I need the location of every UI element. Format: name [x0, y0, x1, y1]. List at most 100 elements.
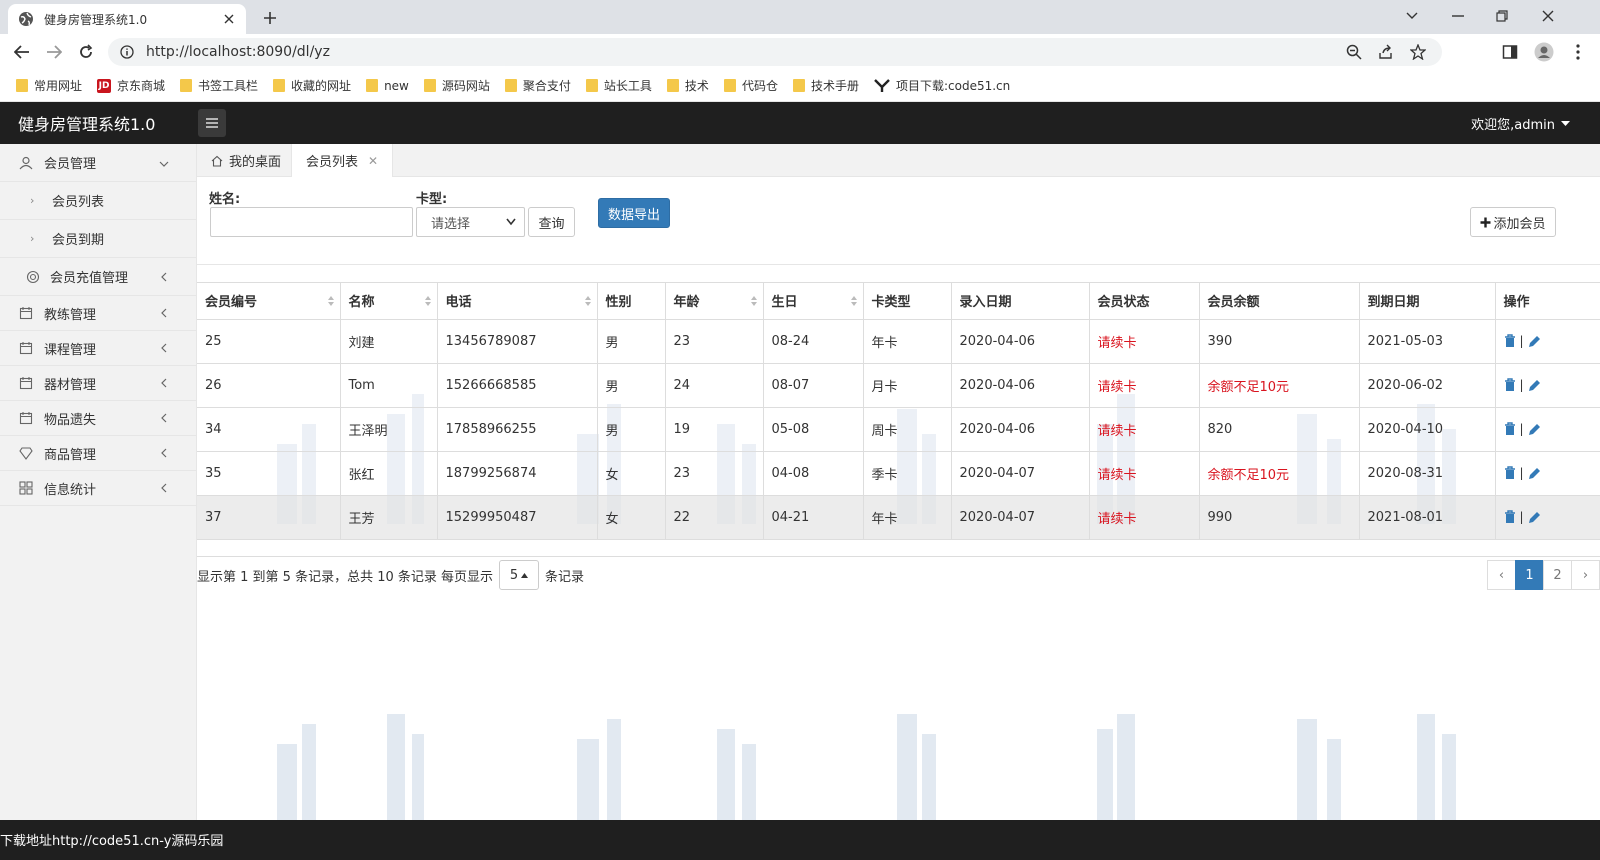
sort-icon	[850, 296, 857, 306]
bookmark-item[interactable]: 技术手册	[792, 77, 859, 94]
bookmark-item[interactable]: 代码仓	[723, 77, 778, 94]
edit-pencil-icon[interactable]	[1528, 423, 1541, 436]
sidebar-item-course[interactable]: 课程管理	[0, 331, 196, 366]
sidebar-item-member-list[interactable]: › 会员列表	[0, 182, 196, 220]
close-icon[interactable]: ✕	[368, 154, 378, 168]
edit-pencil-icon[interactable]	[1528, 511, 1541, 524]
sidebar-item-lost-items[interactable]: 物品遗失	[0, 401, 196, 436]
new-tab-button[interactable]	[258, 6, 282, 30]
edit-pencil-icon[interactable]	[1528, 379, 1541, 392]
info-icon[interactable]	[120, 45, 134, 59]
restore-icon[interactable]	[1490, 4, 1514, 28]
trash-icon[interactable]	[1504, 510, 1516, 524]
trash-icon[interactable]	[1504, 334, 1516, 348]
export-button[interactable]: 数据导出	[598, 198, 670, 228]
welcome-text: 欢迎您,admin	[1471, 118, 1555, 133]
share-icon[interactable]	[1374, 40, 1398, 64]
bookmark-item[interactable]: 收藏的网址	[273, 77, 351, 94]
main-content: 我的桌面 会员列表 ✕ 姓名: 卡型: 请选择 查询 数据导出 添加会员 会员编…	[197, 144, 1600, 820]
bookmark-item[interactable]: 源码网站	[423, 77, 490, 94]
y-logo-icon	[874, 78, 890, 92]
kebab-menu-icon[interactable]	[1566, 40, 1590, 64]
trash-icon[interactable]	[1504, 422, 1516, 436]
chevron-left-icon	[161, 308, 167, 318]
close-icon[interactable]	[222, 12, 236, 26]
name-input[interactable]	[210, 207, 413, 237]
sort-icon	[584, 296, 591, 306]
sidebar-item-coach[interactable]: 教练管理	[0, 296, 196, 331]
trash-icon[interactable]	[1504, 378, 1516, 392]
reload-icon[interactable]	[74, 40, 98, 64]
bookmark-item[interactable]: 技术	[666, 77, 709, 94]
chevron-down-icon	[506, 218, 516, 226]
trash-icon[interactable]	[1504, 466, 1516, 480]
profile-icon[interactable]	[1532, 40, 1556, 64]
browser-tab-bar: 健身房管理系统1.0	[0, 0, 1600, 34]
sidebar-item-label: 会员充值管理	[50, 271, 129, 286]
status-cell: 请续卡	[1089, 319, 1200, 364]
edit-pencil-icon[interactable]	[1528, 467, 1541, 480]
user-menu[interactable]: 欢迎您,admin	[1471, 114, 1570, 133]
sidebar-item-label: 会员到期	[52, 233, 105, 248]
sidebar-item-goods[interactable]: 商品管理	[0, 436, 196, 471]
tab-member-list[interactable]: 会员列表 ✕	[291, 144, 394, 177]
folder-icon	[723, 79, 736, 92]
sidebar-item-label: 物品遗失	[44, 412, 97, 428]
add-member-button[interactable]: 添加会员	[1470, 207, 1556, 237]
tab-home[interactable]: 我的桌面	[197, 144, 295, 177]
folder-icon	[666, 79, 679, 92]
status-bar: 下载地址http://code51.cn-y源码乐园	[0, 820, 1600, 860]
next-page-button[interactable]: ›	[1571, 560, 1600, 590]
page-button-2[interactable]: 2	[1543, 560, 1572, 590]
sidebar-item-statistics[interactable]: 信息统计	[0, 471, 196, 506]
sidebar-item-equipment[interactable]: 器材管理	[0, 366, 196, 401]
folder-icon	[16, 79, 28, 92]
column-header[interactable]: 年龄	[665, 283, 764, 320]
star-icon[interactable]	[1406, 40, 1430, 64]
chevron-down-icon	[159, 161, 169, 167]
bookmark-item[interactable]: new	[366, 79, 409, 93]
window-close-icon[interactable]	[1536, 4, 1560, 28]
bookmark-item[interactable]: JD 京东商城	[97, 77, 165, 94]
table-row: 34 王泽明 17858966255 男 19 05-08 周卡 2020-04-06 请续卡 8…	[197, 407, 1600, 452]
column-header[interactable]: 会员编号	[197, 283, 341, 320]
column-header: 卡类型	[863, 283, 952, 320]
hamburger-icon	[206, 118, 218, 128]
browser-tab[interactable]: 健身房管理系统1.0	[8, 4, 246, 34]
column-header[interactable]: 电话	[437, 283, 598, 320]
column-header[interactable]: 生日	[763, 283, 864, 320]
back-arrow-icon[interactable]	[10, 40, 34, 64]
minimize-icon[interactable]	[1446, 4, 1470, 28]
edit-pencil-icon[interactable]	[1528, 335, 1541, 348]
bookmarks-bar: 常用网址 JD 京东商城 书签工具栏 收藏的网址 new 源码网站 聚合支付 站长…	[0, 70, 1600, 102]
forward-arrow-icon[interactable]	[42, 40, 66, 64]
sidebar-item-member-mgmt[interactable]: 会员管理	[0, 144, 196, 182]
bookmark-item[interactable]: 站长工具	[585, 77, 652, 94]
chevron-down-icon[interactable]	[1400, 4, 1424, 28]
url-field[interactable]: http://localhost:8090/dl/yz	[108, 38, 1442, 66]
bookmark-item[interactable]: 项目下载:code51.cn	[874, 77, 1010, 94]
page-size-select[interactable]: 5	[499, 560, 540, 590]
prev-page-button[interactable]: ‹	[1487, 560, 1516, 590]
coin-icon	[26, 270, 40, 283]
chevron-left-icon	[161, 272, 167, 282]
menu-toggle-button[interactable]	[198, 109, 226, 137]
globe-icon	[19, 12, 33, 26]
balance-warning: 余额不足10元	[1199, 451, 1360, 496]
bookmark-item[interactable]: 书签工具栏	[180, 77, 258, 94]
folder-icon	[366, 79, 379, 92]
status-text: 下载地址http://code51.cn-y源码乐园	[0, 834, 224, 849]
bookmark-item[interactable]: 常用网址	[16, 77, 82, 94]
sidebar-item-label: 课程管理	[44, 342, 97, 358]
zoom-icon[interactable]	[1342, 40, 1366, 64]
column-header[interactable]: 名称	[340, 283, 438, 320]
folder-icon	[504, 79, 517, 92]
bookmark-item[interactable]: 聚合支付	[504, 77, 571, 94]
column-header: 会员余额	[1199, 283, 1360, 320]
page-button-1[interactable]: 1	[1515, 560, 1544, 590]
sidepanel-icon[interactable]	[1498, 40, 1522, 64]
query-button[interactable]: 查询	[528, 207, 575, 237]
sidebar-item-member-expire[interactable]: › 会员到期	[0, 220, 196, 258]
sidebar-item-recharge[interactable]: 会员充值管理	[0, 258, 196, 296]
card-type-select[interactable]: 请选择	[416, 207, 525, 237]
